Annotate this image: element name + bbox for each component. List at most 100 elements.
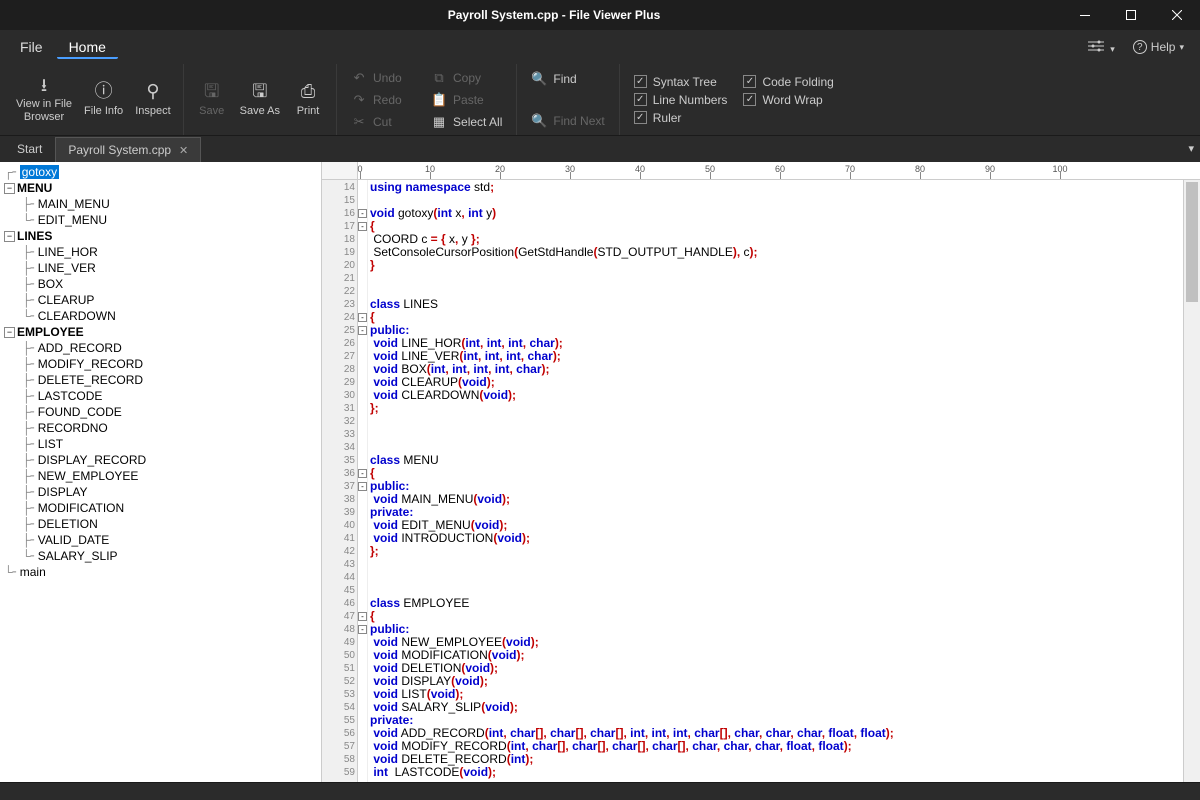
tree-node-mainmenu[interactable]: ├╴MAIN_MENU xyxy=(0,196,321,212)
line-numbers-checkbox[interactable]: ✓Line Numbers xyxy=(626,91,736,109)
menubar: File Home ▾ ? Help ▾ xyxy=(0,30,1200,64)
word-wrap-checkbox[interactable]: ✓Word Wrap xyxy=(735,91,841,109)
save-button: 🖫Save xyxy=(190,77,234,122)
print-icon: ⎙ xyxy=(301,81,315,103)
tree-node-lines[interactable]: −LINES xyxy=(0,228,321,244)
tree-node-foundcode[interactable]: ├╴FOUND_CODE xyxy=(0,404,321,420)
label: View in File Browser xyxy=(16,98,72,124)
tree-node-modification[interactable]: ├╴MODIFICATION xyxy=(0,500,321,516)
code-area[interactable]: 1415161718192021222324252627282930313233… xyxy=(322,180,1200,782)
tree-label: ADD_RECORD xyxy=(38,341,122,355)
fold-toggle-icon[interactable]: - xyxy=(358,326,367,335)
minimize-button[interactable] xyxy=(1062,0,1108,30)
fold-toggle-icon[interactable]: - xyxy=(358,469,367,478)
tree-node-newemployee[interactable]: ├╴NEW_EMPLOYEE xyxy=(0,468,321,484)
chevron-down-icon[interactable]: ▾ xyxy=(1188,142,1194,155)
label: Select All xyxy=(453,115,502,129)
label: Paste xyxy=(453,93,484,107)
tree-label: LINES xyxy=(17,229,52,243)
label: Cut xyxy=(373,115,392,129)
tree-node-clearup[interactable]: ├╴CLEARUP xyxy=(0,292,321,308)
folder-arrow-icon: ⭳ xyxy=(41,75,47,97)
select-all-icon: ▦ xyxy=(431,114,447,130)
checkbox-icon: ✓ xyxy=(634,93,647,106)
tree-label: CLEARUP xyxy=(38,293,95,307)
tree-node-salaryslip[interactable]: └╴SALARY_SLIP xyxy=(0,548,321,564)
copy-icon: ⧉ xyxy=(431,70,447,86)
tree-node-list[interactable]: ├╴LIST xyxy=(0,436,321,452)
tree-node-deletion[interactable]: ├╴DELETION xyxy=(0,516,321,532)
tab-close-icon[interactable]: ✕ xyxy=(179,144,188,157)
scrollbar-thumb[interactable] xyxy=(1186,182,1198,302)
tabstrip: Start Payroll System.cpp✕ ▾ xyxy=(0,136,1200,162)
tree-node-display[interactable]: ├╴DISPLAY xyxy=(0,484,321,500)
label: Copy xyxy=(453,71,481,85)
checkbox-icon: ✓ xyxy=(634,111,647,124)
tree-node-gotoxy[interactable]: ┌╴gotoxy xyxy=(0,164,321,180)
tab-label: Start xyxy=(17,142,42,156)
tree-label: EDIT_MENU xyxy=(38,213,107,227)
fold-toggle-icon[interactable]: - xyxy=(358,625,367,634)
settings-button[interactable]: ▾ xyxy=(1080,35,1122,59)
paste-button: 📋Paste xyxy=(423,89,510,111)
menu-file[interactable]: File xyxy=(8,35,55,59)
label: Word Wrap xyxy=(762,93,822,107)
tree-node-modifyrecord[interactable]: ├╴MODIFY_RECORD xyxy=(0,356,321,372)
tree-node-recordno[interactable]: ├╴RECORDNO xyxy=(0,420,321,436)
maximize-button[interactable] xyxy=(1108,0,1154,30)
tree-node-editmenu[interactable]: └╴EDIT_MENU xyxy=(0,212,321,228)
vertical-scrollbar[interactable] xyxy=(1183,180,1200,782)
collapse-icon[interactable]: − xyxy=(4,231,15,242)
label: Code Folding xyxy=(762,75,833,89)
code-lines[interactable]: using namespace std;void gotoxy(int x, i… xyxy=(368,180,1183,782)
view-in-file-browser-button[interactable]: ⭳View in File Browser xyxy=(10,71,78,129)
tree-label: LINE_HOR xyxy=(38,245,98,259)
undo-button: ↶Undo xyxy=(343,67,423,89)
inspect-button[interactable]: ⚲Inspect xyxy=(129,77,176,122)
window-title: Payroll System.cpp - File Viewer Plus xyxy=(46,8,1062,22)
fold-toggle-icon[interactable]: - xyxy=(358,313,367,322)
tree-label: BOX xyxy=(38,277,63,291)
tree-node-main[interactable]: └╴main xyxy=(0,564,321,580)
save-as-button[interactable]: 🖫Save As xyxy=(234,77,286,122)
fold-toggle-icon[interactable]: - xyxy=(358,222,367,231)
tree-label: MODIFICATION xyxy=(38,501,124,515)
tree-node-lastcode[interactable]: ├╴LASTCODE xyxy=(0,388,321,404)
tree-node-validdate[interactable]: ├╴VALID_DATE xyxy=(0,532,321,548)
tree-node-menu[interactable]: −MENU xyxy=(0,180,321,196)
fold-toggle-icon[interactable]: - xyxy=(358,209,367,218)
statusbar xyxy=(0,782,1200,800)
tree-node-linehor[interactable]: ├╴LINE_HOR xyxy=(0,244,321,260)
collapse-icon[interactable]: − xyxy=(4,327,15,338)
tree-node-displayrecord[interactable]: ├╴DISPLAY_RECORD xyxy=(0,452,321,468)
tree-node-box[interactable]: ├╴BOX xyxy=(0,276,321,292)
undo-icon: ↶ xyxy=(351,70,367,86)
print-button[interactable]: ⎙Print xyxy=(286,77,330,122)
tree-label: LIST xyxy=(38,437,63,451)
find-button[interactable]: 🔍Find xyxy=(523,68,612,90)
fold-toggle-icon[interactable]: - xyxy=(358,612,367,621)
tree-node-addrecord[interactable]: ├╴ADD_RECORD xyxy=(0,340,321,356)
tree-node-employee[interactable]: −EMPLOYEE xyxy=(0,324,321,340)
menu-home[interactable]: Home xyxy=(57,35,118,59)
tree-node-deleterecord[interactable]: ├╴DELETE_RECORD xyxy=(0,372,321,388)
search-next-icon: 🔍 xyxy=(531,113,547,129)
ruler-checkbox[interactable]: ✓Ruler xyxy=(626,109,736,127)
collapse-icon[interactable]: − xyxy=(4,183,15,194)
tree-label: MODIFY_RECORD xyxy=(38,357,143,371)
label: Redo xyxy=(373,93,402,107)
select-all-button[interactable]: ▦ Select All xyxy=(423,111,510,133)
tree-node-linever[interactable]: ├╴LINE_VER xyxy=(0,260,321,276)
help-button[interactable]: ? Help ▾ xyxy=(1125,36,1192,58)
tab-file[interactable]: Payroll System.cpp✕ xyxy=(55,137,201,162)
tree-node-cleardown[interactable]: └╴CLEARDOWN xyxy=(0,308,321,324)
cut-icon: ✂ xyxy=(351,114,367,130)
code-folding-checkbox[interactable]: ✓Code Folding xyxy=(735,73,841,91)
outline-tree[interactable]: ┌╴gotoxy −MENU ├╴MAIN_MENU └╴EDIT_MENU −… xyxy=(0,162,322,782)
close-button[interactable] xyxy=(1154,0,1200,30)
fold-column[interactable]: - - - - - - - - xyxy=(358,180,368,782)
fold-toggle-icon[interactable]: - xyxy=(358,482,367,491)
syntax-tree-checkbox[interactable]: ✓Syntax Tree xyxy=(626,73,736,91)
file-info-button[interactable]: ⓘFile Info xyxy=(78,77,129,122)
tab-start[interactable]: Start xyxy=(4,136,55,162)
